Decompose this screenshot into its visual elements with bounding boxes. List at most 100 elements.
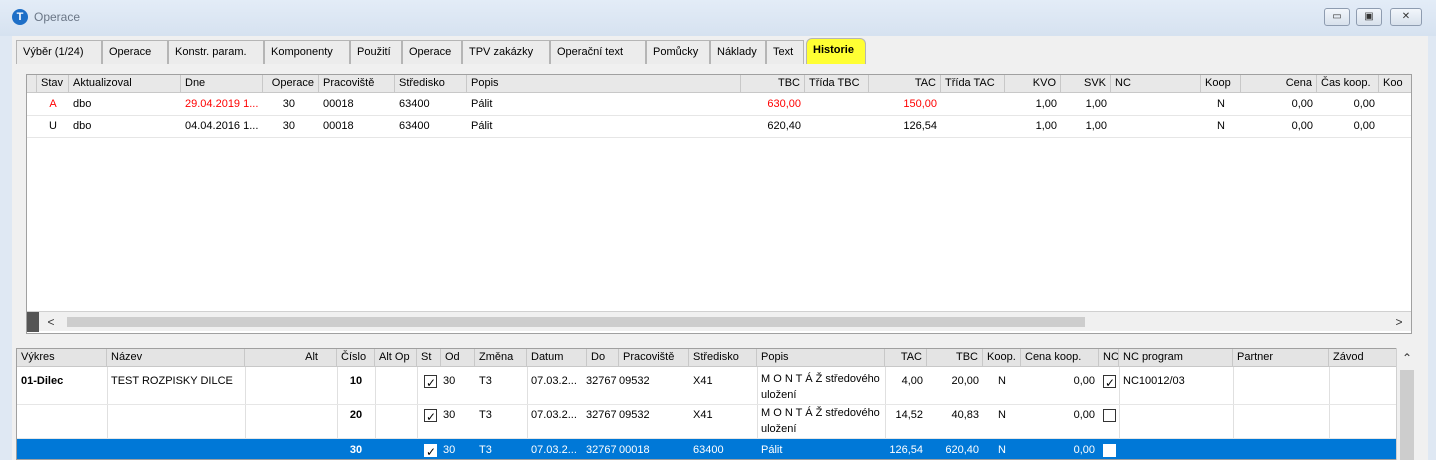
column-header-pracoviste[interactable]: Pracoviště [619, 349, 689, 367]
column-header-partner[interactable]: Partner [1233, 349, 1329, 367]
cell-koop: N [998, 444, 1006, 456]
column-header-dne[interactable]: Dne [181, 75, 263, 93]
column-header-popis[interactable]: Popis [467, 75, 741, 93]
cell-dne: 29.04.2019 1... [185, 98, 259, 110]
column-header-cena-koop[interactable]: Cena koop. [1021, 349, 1099, 367]
scrollbar-thumb[interactable] [67, 317, 1085, 327]
column-header-zavod[interactable]: Závod [1329, 349, 1399, 367]
column-header-popis[interactable]: Popis [757, 349, 885, 367]
maximize-button[interactable]: ▣ [1356, 8, 1382, 26]
scroll-right-arrow-icon[interactable]: > [1391, 314, 1407, 330]
cell-cislo: 30 [349, 444, 363, 456]
cell-tac: 4,00 [901, 375, 923, 387]
cell-tac: 126,54 [889, 444, 923, 456]
column-header-kvo[interactable]: KVO [1005, 75, 1061, 93]
column-header-vykres[interactable]: Výkres [17, 349, 107, 367]
minimize-button[interactable]: ▭ [1324, 8, 1350, 26]
cell-aktualizoval: dbo [73, 98, 92, 110]
column-header-nc[interactable]: NC [1111, 75, 1201, 93]
scroll-up-arrow-icon[interactable]: ⌃ [1399, 350, 1415, 366]
column-header-cena[interactable]: Cena [1241, 75, 1317, 93]
cell-nazev: TEST ROZPISKY DILCE [111, 375, 233, 387]
cell-stredisko: 63400 [399, 98, 430, 110]
cell-popis-cont: uložení [761, 389, 797, 401]
column-header-alt[interactable]: Alt [245, 349, 337, 367]
column-header-trida-tac[interactable]: Třída TAC [941, 75, 1005, 93]
tab-komponenty[interactable]: Komponenty [264, 40, 350, 64]
column-header-tac[interactable]: TAC [885, 349, 927, 367]
cell-vykres: 01-Dilec [21, 375, 64, 387]
check-icon [424, 407, 437, 425]
column-header-tbc[interactable]: TBC [927, 349, 983, 367]
column-header-stav[interactable]: Stav [37, 75, 69, 93]
column-header-alt-op[interactable]: Alt Op [375, 349, 417, 367]
column-header-tac[interactable]: TAC [869, 75, 941, 93]
cell-datum: 07.03.2... [531, 409, 577, 421]
cell-tac: 150,00 [903, 98, 937, 110]
column-header-nc[interactable]: NC [1099, 349, 1119, 367]
nc-checkbox[interactable] [1099, 371, 1119, 391]
column-header-aktualizoval[interactable]: Aktualizoval [69, 75, 181, 93]
cell-zmena: T3 [479, 375, 492, 387]
column-header-tbc[interactable]: TBC [741, 75, 805, 93]
column-header-nc-program[interactable]: NC program [1119, 349, 1233, 367]
st-checkbox[interactable] [420, 405, 440, 425]
cell-popis: Pálit [761, 444, 783, 456]
check-icon [424, 373, 437, 391]
scrollbar-thumb[interactable] [1400, 370, 1414, 460]
tab-pomucky[interactable]: Pomůcky [646, 40, 710, 64]
cell-stredisko: 63400 [693, 444, 724, 456]
tab-text[interactable]: Text [766, 40, 804, 64]
column-header-cislo[interactable]: Číslo [337, 349, 375, 367]
column-header-koop[interactable]: Koop. [983, 349, 1021, 367]
column-header-cas-koop[interactable]: Čas koop. [1317, 75, 1379, 93]
cell-svk: 1,00 [1085, 98, 1107, 110]
column-header-koo[interactable]: Koo [1379, 75, 1411, 93]
vertical-scrollbar[interactable]: ⌃ [1396, 348, 1416, 460]
column-header-nazev[interactable]: Název [107, 349, 245, 367]
cell-cislo: 10 [349, 375, 363, 387]
nc-checkbox[interactable] [1099, 405, 1119, 425]
selected-table-row[interactable]: 30 30 T3 07.03.2... 32767 00018 63400 Pá… [17, 439, 1397, 459]
scroll-left-arrow-icon[interactable]: < [43, 314, 59, 330]
column-header-st[interactable]: St [417, 349, 441, 367]
column-header-pracoviste[interactable]: Pracoviště [319, 75, 395, 93]
cell-koop: N [1217, 120, 1225, 132]
tab-konstr-param[interactable]: Konstr. param. [168, 40, 264, 64]
nc-checkbox[interactable] [1099, 440, 1119, 459]
tab-vyber[interactable]: Výběr (1/24) [16, 40, 102, 64]
cell-koop: N [1217, 98, 1225, 110]
column-header-datum[interactable]: Datum [527, 349, 587, 367]
tab-operace-2[interactable]: Operace [402, 40, 462, 64]
column-header-stredisko[interactable]: Středisko [395, 75, 467, 93]
tab-operacni-text[interactable]: Operační text [550, 40, 646, 64]
column-header-koop[interactable]: Koop [1201, 75, 1241, 93]
cell-popis: M O N T Á Ž středového [761, 407, 880, 419]
column-header-od[interactable]: Od [441, 349, 475, 367]
column-header-stredisko[interactable]: Středisko [689, 349, 757, 367]
cell-cislo: 20 [349, 409, 363, 421]
cell-stredisko: 63400 [399, 120, 430, 132]
tab-operace[interactable]: Operace [102, 40, 168, 64]
tab-naklady[interactable]: Náklady [710, 40, 766, 64]
cell-pracoviste: 00018 [619, 444, 650, 456]
st-checkbox[interactable] [420, 371, 440, 391]
cell-aktualizoval: dbo [73, 120, 92, 132]
st-checkbox[interactable] [420, 440, 440, 459]
close-button[interactable]: ✕ [1390, 8, 1422, 26]
horizontal-scrollbar[interactable]: < > [27, 311, 1411, 332]
cell-operace: 30 [282, 120, 295, 132]
column-header-operace[interactable]: Operace [263, 75, 319, 93]
cell-cas-koop: 0,00 [1353, 120, 1375, 132]
tab-historie[interactable]: Historie [806, 38, 866, 64]
column-header-trida-tbc[interactable]: Třída TBC [805, 75, 869, 93]
tab-tpv-zakazky[interactable]: TPV zakázky [462, 40, 550, 64]
cell-zmena: T3 [479, 444, 492, 456]
cell-tbc: 20,00 [951, 375, 979, 387]
cell-cena-koop: 0,00 [1073, 444, 1095, 456]
cell-stredisko: X41 [693, 409, 713, 421]
column-header-svk[interactable]: SVK [1061, 75, 1111, 93]
tab-pouziti[interactable]: Použití [350, 40, 402, 64]
column-header-zmena[interactable]: Změna [475, 349, 527, 367]
column-header-do[interactable]: Do [587, 349, 619, 367]
